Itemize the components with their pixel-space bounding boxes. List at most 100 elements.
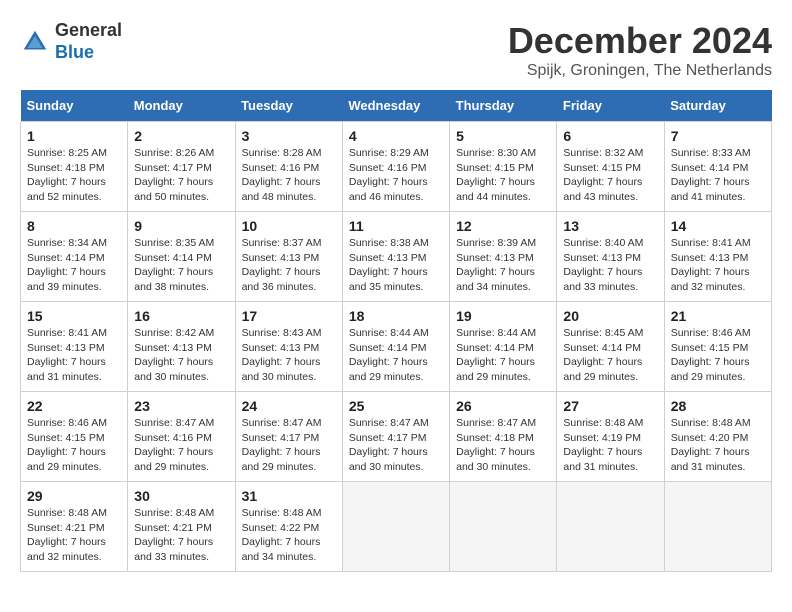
calendar-cell: 23Sunrise: 8:47 AM Sunset: 4:16 PM Dayli… — [128, 392, 235, 482]
calendar-cell: 26 Sunrise: 8:47 AM Sunset: 4:18 PM Dayli… — [450, 392, 557, 482]
day-number: 11 — [349, 218, 443, 234]
calendar-cell: 3Sunrise: 8:28 AM Sunset: 4:16 PM Daylig… — [235, 122, 342, 212]
header-friday: Friday — [557, 90, 664, 122]
day-info: Sunrise: 8:35 AM Sunset: 4:14 PM Dayligh… — [134, 236, 228, 295]
day-info: Sunrise: 8:44 AM Sunset: 4:14 PM Dayligh… — [456, 326, 550, 385]
day-info: Sunrise: 8:32 AM Sunset: 4:15 PM Dayligh… — [563, 146, 657, 205]
header-wednesday: Wednesday — [342, 90, 449, 122]
calendar-cell: 9 Sunrise: 8:35 AM Sunset: 4:14 PM Daylig… — [128, 212, 235, 302]
day-info: Sunrise: 8:43 AM Sunset: 4:13 PM Dayligh… — [242, 326, 336, 385]
day-number: 14 — [671, 218, 765, 234]
day-info: Sunrise: 8:28 AM Sunset: 4:16 PM Dayligh… — [242, 146, 336, 205]
day-number: 4 — [349, 128, 443, 144]
day-info: Sunrise: 8:41 AM Sunset: 4:13 PM Dayligh… — [671, 236, 765, 295]
day-info: Sunrise: 8:41 AM Sunset: 4:13 PM Dayligh… — [27, 326, 121, 385]
day-number: 1 — [27, 128, 121, 144]
header-tuesday: Tuesday — [235, 90, 342, 122]
day-info: Sunrise: 8:47 AM Sunset: 4:16 PM Dayligh… — [134, 416, 228, 475]
calendar-cell: 24Sunrise: 8:47 AM Sunset: 4:17 PM Dayli… — [235, 392, 342, 482]
calendar-cell: 1 Sunrise: 8:25 AM Sunset: 4:18 PM Daylig… — [21, 122, 128, 212]
day-info: Sunrise: 8:29 AM Sunset: 4:16 PM Dayligh… — [349, 146, 443, 205]
day-info: Sunrise: 8:42 AM Sunset: 4:13 PM Dayligh… — [134, 326, 228, 385]
calendar-cell: 17 Sunrise: 8:43 AM Sunset: 4:13 PM Dayli… — [235, 302, 342, 392]
day-info: Sunrise: 8:33 AM Sunset: 4:14 PM Dayligh… — [671, 146, 765, 205]
calendar-table: SundayMondayTuesdayWednesdayThursdayFrid… — [20, 90, 772, 572]
calendar-cell — [342, 482, 449, 572]
calendar-cell: 19 Sunrise: 8:44 AM Sunset: 4:14 PM Dayli… — [450, 302, 557, 392]
calendar-cell: 5 Sunrise: 8:30 AM Sunset: 4:15 PM Daylig… — [450, 122, 557, 212]
calendar-cell: 12 Sunrise: 8:39 AM Sunset: 4:13 PM Dayli… — [450, 212, 557, 302]
calendar-cell: 14 Sunrise: 8:41 AM Sunset: 4:13 PM Dayli… — [664, 212, 771, 302]
calendar-cell: 29 Sunrise: 8:48 AM Sunset: 4:21 PM Dayli… — [21, 482, 128, 572]
calendar-cell: 16 Sunrise: 8:42 AM Sunset: 4:13 PM Dayli… — [128, 302, 235, 392]
day-number: 7 — [671, 128, 765, 144]
day-info: Sunrise: 8:45 AM Sunset: 4:14 PM Dayligh… — [563, 326, 657, 385]
calendar-cell: 30 Sunrise: 8:48 AM Sunset: 4:21 PM Dayli… — [128, 482, 235, 572]
day-number: 20 — [563, 308, 657, 324]
calendar-cell: 27 Sunrise: 8:48 AM Sunset: 4:19 PM Dayli… — [557, 392, 664, 482]
day-info: Sunrise: 8:48 AM Sunset: 4:21 PM Dayligh… — [27, 506, 121, 565]
calendar-cell: 22 Sunrise: 8:46 AM Sunset: 4:15 PM Dayli… — [21, 392, 128, 482]
logo-blue: Blue — [55, 42, 122, 64]
day-number: 17 — [242, 308, 336, 324]
day-number: 5 — [456, 128, 550, 144]
day-number: 25 — [349, 398, 443, 414]
calendar-cell: 10 Sunrise: 8:37 AM Sunset: 4:13 PM Dayli… — [235, 212, 342, 302]
logo-icon — [20, 27, 50, 57]
day-info: Sunrise: 8:30 AM Sunset: 4:15 PM Dayligh… — [456, 146, 550, 205]
logo: General Blue — [20, 20, 122, 63]
calendar-cell: 18Sunrise: 8:44 AM Sunset: 4:14 PM Dayli… — [342, 302, 449, 392]
calendar-cell: 2Sunrise: 8:26 AM Sunset: 4:17 PM Daylig… — [128, 122, 235, 212]
day-info: Sunrise: 8:46 AM Sunset: 4:15 PM Dayligh… — [27, 416, 121, 475]
calendar-cell: 25 Sunrise: 8:47 AM Sunset: 4:17 PM Dayli… — [342, 392, 449, 482]
day-number: 10 — [242, 218, 336, 234]
day-number: 26 — [456, 398, 550, 414]
calendar-cell: 13 Sunrise: 8:40 AM Sunset: 4:13 PM Dayli… — [557, 212, 664, 302]
calendar-cell: 31 Sunrise: 8:48 AM Sunset: 4:22 PM Dayli… — [235, 482, 342, 572]
calendar-cell: 28Sunrise: 8:48 AM Sunset: 4:20 PM Dayli… — [664, 392, 771, 482]
day-info: Sunrise: 8:40 AM Sunset: 4:13 PM Dayligh… — [563, 236, 657, 295]
calendar-cell: 8Sunrise: 8:34 AM Sunset: 4:14 PM Daylig… — [21, 212, 128, 302]
calendar-cell: 11 Sunrise: 8:38 AM Sunset: 4:13 PM Dayli… — [342, 212, 449, 302]
calendar-cell — [450, 482, 557, 572]
day-number: 12 — [456, 218, 550, 234]
day-info: Sunrise: 8:47 AM Sunset: 4:17 PM Dayligh… — [349, 416, 443, 475]
week-row-3: 15 Sunrise: 8:41 AM Sunset: 4:13 PM Dayli… — [21, 302, 772, 392]
calendar-cell — [664, 482, 771, 572]
header: General Blue December 2024 Spijk, Gronin… — [20, 20, 772, 80]
title-section: December 2024 Spijk, Groningen, The Neth… — [508, 20, 772, 80]
day-number: 28 — [671, 398, 765, 414]
day-info: Sunrise: 8:48 AM Sunset: 4:22 PM Dayligh… — [242, 506, 336, 565]
day-info: Sunrise: 8:44 AM Sunset: 4:14 PM Dayligh… — [349, 326, 443, 385]
day-info: Sunrise: 8:39 AM Sunset: 4:13 PM Dayligh… — [456, 236, 550, 295]
day-number: 19 — [456, 308, 550, 324]
day-number: 15 — [27, 308, 121, 324]
day-info: Sunrise: 8:38 AM Sunset: 4:13 PM Dayligh… — [349, 236, 443, 295]
day-number: 29 — [27, 488, 121, 504]
day-number: 2 — [134, 128, 228, 144]
day-number: 22 — [27, 398, 121, 414]
day-info: Sunrise: 8:46 AM Sunset: 4:15 PM Dayligh… — [671, 326, 765, 385]
day-info: Sunrise: 8:48 AM Sunset: 4:19 PM Dayligh… — [563, 416, 657, 475]
day-number: 27 — [563, 398, 657, 414]
header-thursday: Thursday — [450, 90, 557, 122]
page-container: General Blue December 2024 Spijk, Gronin… — [20, 20, 772, 572]
calendar-cell: 7 Sunrise: 8:33 AM Sunset: 4:14 PM Daylig… — [664, 122, 771, 212]
day-info: Sunrise: 8:48 AM Sunset: 4:21 PM Dayligh… — [134, 506, 228, 565]
week-row-1: 1 Sunrise: 8:25 AM Sunset: 4:18 PM Daylig… — [21, 122, 772, 212]
day-number: 30 — [134, 488, 228, 504]
month-title: December 2024 — [508, 20, 772, 62]
day-info: Sunrise: 8:37 AM Sunset: 4:13 PM Dayligh… — [242, 236, 336, 295]
day-number: 13 — [563, 218, 657, 234]
calendar-cell: 15 Sunrise: 8:41 AM Sunset: 4:13 PM Dayli… — [21, 302, 128, 392]
week-row-5: 29 Sunrise: 8:48 AM Sunset: 4:21 PM Dayli… — [21, 482, 772, 572]
location: Spijk, Groningen, The Netherlands — [508, 62, 772, 80]
day-number: 9 — [134, 218, 228, 234]
day-number: 6 — [563, 128, 657, 144]
day-number: 31 — [242, 488, 336, 504]
day-info: Sunrise: 8:47 AM Sunset: 4:18 PM Dayligh… — [456, 416, 550, 475]
calendar-cell: 4 Sunrise: 8:29 AM Sunset: 4:16 PM Daylig… — [342, 122, 449, 212]
day-info: Sunrise: 8:25 AM Sunset: 4:18 PM Dayligh… — [27, 146, 121, 205]
calendar-cell: 21Sunrise: 8:46 AM Sunset: 4:15 PM Dayli… — [664, 302, 771, 392]
day-number: 16 — [134, 308, 228, 324]
